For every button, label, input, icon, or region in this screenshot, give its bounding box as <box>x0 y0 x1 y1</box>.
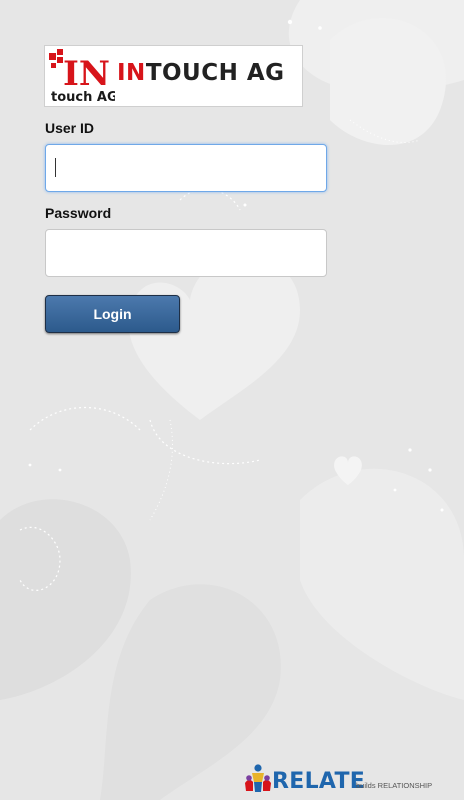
logo-wordmark-touch-ag: TOUCH AG <box>145 60 285 86</box>
password-label: Password <box>45 205 112 221</box>
intouch-logo-mark: IN touch AG <box>49 49 115 103</box>
relate-tagline: builds RELATIONSHIP <box>356 781 433 790</box>
intouch-ag-logo: IN touch AG INTOUCH AG <box>44 45 303 107</box>
logo-wordmark: INTOUCH AG <box>117 60 285 86</box>
password-input[interactable] <box>45 229 327 277</box>
relate-wordmark: RELATE <box>272 769 366 794</box>
user-id-label: User ID <box>45 120 95 136</box>
text-cursor <box>55 158 56 177</box>
logo-mark-in: IN <box>63 54 110 94</box>
people-icon <box>245 764 271 792</box>
login-screen: IN touch AG INTOUCH AG User ID Password … <box>0 0 464 800</box>
login-button[interactable]: Login <box>45 295 180 333</box>
user-id-input[interactable] <box>45 144 327 192</box>
relate-footer-logo: RELATE builds RELATIONSHIP <box>243 763 464 795</box>
logo-mark-touch: touch AG <box>51 90 115 103</box>
logo-wordmark-in: IN <box>117 60 146 86</box>
